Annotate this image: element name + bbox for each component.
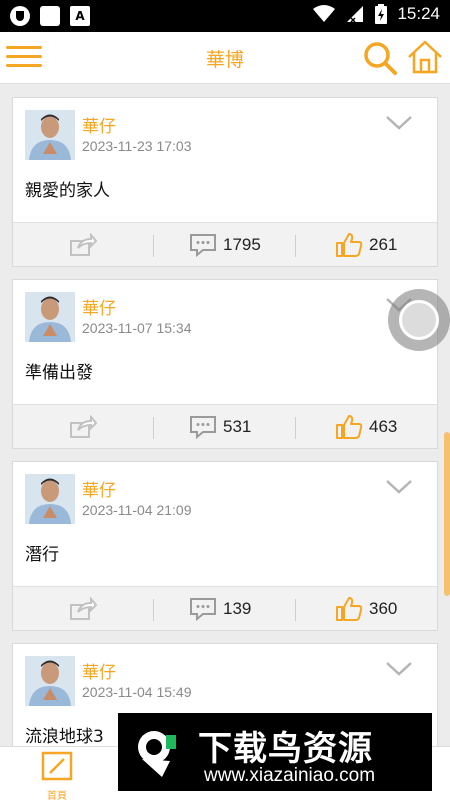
status-bar: A 15:24: [0, 0, 450, 32]
like-button[interactable]: 463: [335, 405, 397, 449]
bird-logo-icon: [138, 731, 176, 777]
like-count: 463: [369, 417, 398, 436]
comment-count: 1795: [223, 235, 261, 254]
watermark-url: www.xiazainiao.com: [204, 765, 376, 786]
search-button[interactable]: [362, 40, 398, 76]
search-icon: [364, 42, 397, 75]
avatar[interactable]: [25, 656, 75, 706]
app-header: 華博: [0, 32, 450, 84]
comment-count: 531: [223, 417, 252, 436]
like-icon: [336, 415, 363, 439]
post-time: 2023-11-04 21:09: [82, 502, 192, 518]
share-icon: [70, 415, 97, 438]
share-icon: [70, 597, 97, 620]
comment-icon: [190, 416, 216, 439]
post-author[interactable]: 華仔: [82, 658, 116, 683]
shield-icon: [10, 6, 30, 26]
post-card[interactable]: 華仔 2023-11-07 15:34 準備出發 531 463: [12, 279, 438, 449]
like-button[interactable]: 261: [335, 223, 397, 267]
scrollbar[interactable]: [444, 432, 450, 596]
home-button[interactable]: [406, 38, 444, 76]
status-system: 15:24: [313, 4, 440, 24]
post-time: 2023-11-07 15:34: [82, 320, 192, 336]
share-button[interactable]: [69, 223, 97, 267]
share-button[interactable]: [69, 405, 97, 449]
battery-icon: [375, 4, 388, 24]
avatar[interactable]: [25, 110, 75, 160]
like-icon: [336, 233, 363, 257]
post-actions: 531 463: [13, 404, 437, 448]
floating-assistive-button[interactable]: [388, 289, 450, 351]
like-count: 360: [369, 599, 398, 618]
post-card[interactable]: 華仔 2023-11-23 17:03 親愛的家人 1795 261: [12, 97, 438, 267]
app-letter-icon: A: [70, 6, 90, 26]
comment-button[interactable]: 1795: [189, 223, 261, 267]
post-content[interactable]: 流浪地球3: [25, 722, 104, 746]
post-author[interactable]: 華仔: [82, 476, 116, 501]
tab-home-label: 首頁: [47, 791, 67, 800]
status-time: 15:24: [397, 4, 440, 23]
post-actions: 1795 261: [13, 222, 437, 266]
post-feed[interactable]: 華仔 2023-11-23 17:03 親愛的家人 1795 261 華仔 20…: [0, 84, 450, 746]
post-author[interactable]: 華仔: [82, 294, 116, 319]
comment-icon: [190, 234, 216, 257]
comment-count: 139: [223, 599, 252, 618]
comment-button[interactable]: 531: [189, 405, 251, 449]
avatar[interactable]: [25, 292, 75, 342]
like-count: 261: [369, 235, 398, 254]
share-button[interactable]: [69, 587, 97, 631]
avatar[interactable]: [25, 474, 75, 524]
chevron-down-icon[interactable]: [385, 114, 413, 132]
notification-icon: [40, 6, 60, 26]
chevron-down-icon[interactable]: [385, 478, 413, 496]
wifi-icon: [313, 5, 336, 22]
like-button[interactable]: 360: [335, 587, 397, 631]
chevron-down-icon[interactable]: [385, 660, 413, 678]
like-icon: [336, 597, 363, 621]
post-actions: 139 360: [13, 586, 437, 630]
comment-button[interactable]: 139: [189, 587, 251, 631]
tab-home[interactable]: 首頁: [30, 751, 84, 800]
post-content[interactable]: 親愛的家人: [25, 176, 110, 201]
home-icon: [408, 40, 442, 74]
share-icon: [70, 233, 97, 256]
post-content[interactable]: 準備出發: [25, 358, 93, 383]
post-author[interactable]: 華仔: [82, 112, 116, 137]
signal-icon: [347, 6, 364, 23]
status-notifications: A: [10, 6, 90, 26]
post-time: 2023-11-04 15:49: [82, 684, 192, 700]
post-card[interactable]: 華仔 2023-11-04 21:09 潛行 139 360: [12, 461, 438, 631]
post-time: 2023-11-23 17:03: [82, 138, 192, 154]
watermark-banner: 下载鸟资源 www.xiazainiao.com: [118, 713, 432, 791]
comment-icon: [190, 598, 216, 621]
watermark-title: 下载鸟资源: [198, 729, 373, 769]
post-content[interactable]: 潛行: [25, 540, 59, 565]
edit-icon: [41, 751, 73, 781]
